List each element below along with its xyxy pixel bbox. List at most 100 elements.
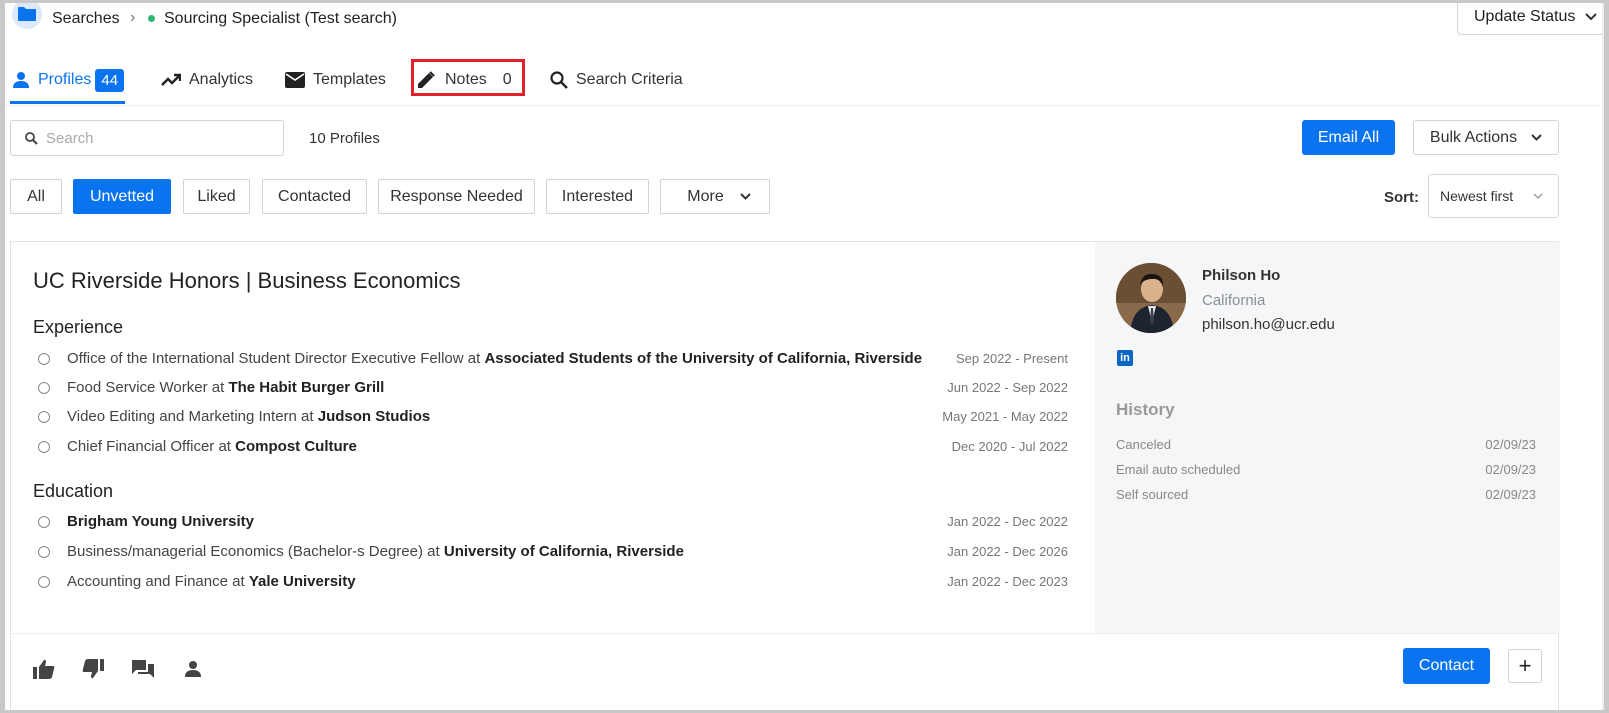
candidate-email[interactable]: philson.ho@ucr.edu (1202, 316, 1335, 333)
bulk-actions-label: Bulk Actions (1429, 128, 1518, 146)
history-date: 02/09/23 (1485, 437, 1536, 452)
tab-analytics[interactable]: Analytics (161, 55, 253, 105)
education-degree: Business/managerial Economics (Bachelor-… (67, 543, 423, 560)
chevron-down-icon (740, 193, 751, 200)
search-icon (550, 71, 568, 89)
chevron-down-icon (1531, 134, 1542, 141)
trending-up-icon (161, 73, 181, 86)
timeline-circle-icon (38, 382, 50, 394)
tab-profiles-label: Profiles (38, 71, 92, 88)
tab-templates-label: Templates (313, 71, 386, 88)
tab-profiles[interactable]: Profiles 44 (12, 55, 125, 105)
education-item: Accounting and Finance at Yale Universit… (33, 573, 1068, 593)
search-icon (25, 131, 38, 145)
tab-templates[interactable]: Templates (285, 55, 386, 105)
experience-org: The Habit Burger Grill (228, 379, 385, 396)
bulk-actions-button[interactable]: Bulk Actions (1413, 120, 1559, 155)
folder-icon[interactable] (12, 3, 42, 29)
history-row: Email auto scheduled 02/09/23 (1116, 462, 1536, 477)
education-at: at (227, 573, 249, 590)
education-item: Brigham Young University Jan 2022 - Dec … (33, 513, 1068, 533)
filter-liked[interactable]: Liked (183, 179, 250, 214)
filter-contacted[interactable]: Contacted (262, 179, 367, 214)
active-tab-indicator (10, 101, 125, 104)
profiles-count-badge: 44 (95, 68, 125, 92)
experience-at: at (207, 379, 229, 396)
top-bar: Searches › Sourcing Specialist (Test sea… (5, 3, 1604, 35)
tab-divider (5, 105, 1604, 106)
notes-highlight-box (411, 59, 525, 96)
chevron-down-icon (1533, 193, 1543, 199)
filter-unvetted[interactable]: Unvetted (73, 179, 171, 214)
experience-dates: Jun 2022 - Sep 2022 (947, 380, 1068, 395)
card-footer-divider (11, 633, 1560, 634)
scrollbar[interactable] (1602, 3, 1604, 710)
breadcrumb-current-search: Sourcing Specialist (Test search) (164, 10, 397, 27)
education-title: Education (33, 481, 114, 501)
filter-interested[interactable]: Interested (546, 179, 649, 214)
education-school: Brigham Young University (67, 513, 254, 530)
history-event: Canceled (1116, 437, 1171, 452)
avatar (1116, 263, 1186, 333)
history-event: Email auto scheduled (1116, 462, 1241, 477)
update-status-label: Update Status (1474, 8, 1576, 25)
timeline-circle-icon (38, 576, 50, 588)
add-button[interactable]: + (1508, 649, 1542, 683)
education-school: University of California, Riverside (443, 543, 684, 560)
experience-role: Video Editing and Marketing Intern (67, 408, 297, 425)
linkedin-icon[interactable]: in (1117, 350, 1133, 366)
update-status-button[interactable]: Update Status (1457, 3, 1604, 35)
email-all-button[interactable]: Email All (1302, 120, 1395, 155)
sort-select[interactable]: Newest first (1428, 174, 1559, 218)
filter-more-label: More (687, 187, 724, 205)
sort-value: Newest first (1440, 188, 1514, 204)
education-dates: Jan 2022 - Dec 2026 (947, 544, 1068, 559)
experience-title: Experience (33, 317, 124, 337)
experience-item: Office of the International Student Dire… (33, 350, 1068, 370)
envelope-icon (285, 72, 305, 88)
breadcrumb-searches[interactable]: Searches (52, 10, 120, 28)
experience-dates: Sep 2022 - Present (955, 351, 1068, 366)
thumbs-up-icon[interactable] (32, 657, 56, 681)
timeline-circle-icon (38, 353, 50, 365)
chat-icon[interactable] (131, 657, 155, 681)
candidate-headline: UC Riverside Honors | Business Economics (33, 268, 461, 293)
tab-search-criteria-label: Search Criteria (576, 71, 683, 88)
profiles-count: 10 Profiles (309, 130, 380, 147)
tab-bar: Profiles 44 Analytics Templates Notes 0 … (5, 55, 1604, 105)
sort-label: Sort: (1384, 189, 1419, 206)
person-icon[interactable] (181, 657, 205, 681)
experience-role: Food Service Worker (67, 379, 208, 396)
filter-more[interactable]: More (660, 179, 770, 214)
experience-item: Food Service Worker at The Habit Burger … (33, 379, 1068, 399)
experience-org: Compost Culture (235, 438, 357, 455)
search-input[interactable] (46, 129, 266, 147)
history-title: History (1116, 400, 1175, 419)
app-frame: Searches › Sourcing Specialist (Test sea… (5, 3, 1604, 710)
search-field[interactable] (10, 120, 284, 156)
education-degree: Accounting and Finance (67, 573, 228, 590)
filter-all[interactable]: All (10, 179, 62, 214)
person-icon (13, 72, 29, 88)
history-date: 02/09/23 (1485, 487, 1536, 502)
filter-response-needed[interactable]: Response Needed (378, 179, 535, 214)
history-event: Self sourced (1116, 487, 1189, 502)
chevron-right-icon: › (130, 9, 136, 26)
experience-dates: Dec 2020 - Jul 2022 (951, 439, 1068, 454)
experience-role: Chief Financial Officer (67, 438, 215, 455)
candidate-name: Philson Ho (1202, 267, 1281, 284)
tab-search-criteria[interactable]: Search Criteria (550, 55, 683, 105)
profile-card: Philson Ho California philson.ho@ucr.edu… (10, 241, 1560, 710)
contact-button[interactable]: Contact (1403, 648, 1490, 684)
thumbs-down-icon[interactable] (81, 657, 105, 681)
timeline-circle-icon (38, 516, 50, 528)
timeline-circle-icon (38, 411, 50, 423)
education-dates: Jan 2022 - Dec 2023 (947, 574, 1068, 589)
history-row: Self sourced 02/09/23 (1116, 487, 1536, 502)
experience-org: Judson Studios (317, 408, 431, 425)
candidate-location: California (1202, 292, 1266, 309)
profile-sidebar: Philson Ho California philson.ho@ucr.edu… (1095, 242, 1560, 633)
chevron-down-icon (1585, 13, 1598, 21)
experience-item: Video Editing and Marketing Intern at Ju… (33, 408, 1068, 428)
education-at: at (423, 543, 444, 560)
